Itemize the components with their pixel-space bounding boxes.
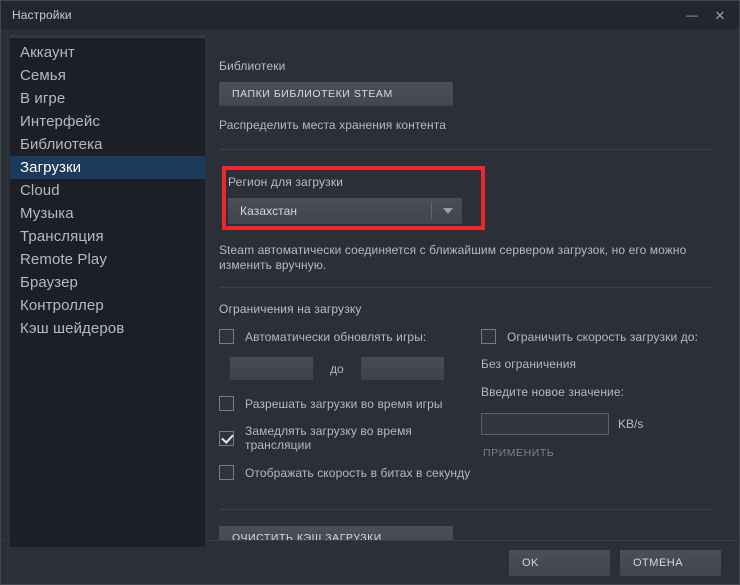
speed-unit-label: KB/s [618, 417, 644, 431]
limit-download-speed-checkbox[interactable] [481, 329, 496, 344]
auto-update-start-time-select[interactable] [230, 357, 313, 380]
libraries-hint: Распределить места хранения контента [219, 118, 447, 132]
sidebar-item-browser[interactable]: Браузер [10, 271, 205, 294]
settings-window: Настройки — ✕ Аккаунт Семья В игре Интер… [0, 0, 740, 585]
auto-update-games-checkbox[interactable] [219, 329, 234, 344]
auto-update-end-time-select[interactable] [360, 357, 444, 380]
allow-downloads-during-game-checkbox[interactable] [219, 396, 234, 411]
libraries-section-label: Библиотеки [219, 59, 286, 73]
sidebar: Аккаунт Семья В игре Интерфейс Библиотек… [1, 29, 205, 547]
download-cache-section: ОЧИСТИТЬ КЭШ ЗАГРУЗКИ Очистив кэш загруз… [219, 526, 713, 540]
clear-download-cache-button[interactable]: ОЧИСТИТЬ КЭШ ЗАГРУЗКИ [219, 526, 453, 540]
sidebar-item-remote-play[interactable]: Remote Play [10, 248, 205, 271]
window-body: Аккаунт Семья В игре Интерфейс Библиотек… [1, 29, 739, 547]
steam-library-folders-button[interactable]: ПАПКИ БИБЛИОТЕКИ STEAM [219, 82, 453, 106]
sidebar-item-in-game[interactable]: В игре [10, 87, 205, 110]
sidebar-item-broadcast[interactable]: Трансляция [10, 225, 205, 248]
display-bits-per-second-row[interactable]: Отображать скорость в битах в секунду [219, 465, 479, 480]
sidebar-item-interface[interactable]: Интерфейс [10, 110, 205, 133]
download-limits-section: Ограничения на загрузку Автоматически об… [219, 302, 713, 493]
divider-limits [219, 509, 713, 510]
allow-downloads-during-game-row[interactable]: Разрешать загрузки во время игры [219, 396, 479, 411]
limit-download-speed-row[interactable]: Ограничить скорость загрузки до: [481, 329, 713, 344]
download-region-note: Steam автоматически соединяется с ближай… [219, 243, 687, 272]
sidebar-item-library[interactable]: Библиотека [10, 133, 205, 156]
close-icon[interactable]: ✕ [707, 3, 733, 27]
sidebar-item-family[interactable]: Семья [10, 64, 205, 87]
apply-speed-limit-button[interactable]: ПРИМЕНИТЬ [481, 445, 554, 461]
chevron-down-icon [443, 208, 453, 214]
ok-button[interactable]: OK [509, 549, 610, 576]
allow-downloads-during-game-label: Разрешать загрузки во время игры [245, 396, 443, 411]
cancel-button[interactable]: ОТМЕНА [620, 549, 721, 576]
current-limit-state: Без ограничения [481, 357, 577, 371]
title-bar: Настройки — ✕ [1, 1, 739, 29]
throttle-during-broadcast-label: Замедлять загрузку во время трансляции [245, 424, 412, 452]
download-region-section: Регион для загрузки Казахстан Steam авто… [219, 166, 713, 273]
window-title: Настройки [12, 8, 72, 22]
new-value-label: Введите новое значение: [481, 385, 625, 399]
select-separator [431, 202, 432, 220]
limits-left-column: Автоматически обновлять игры: до Разреша… [219, 329, 479, 493]
display-bits-per-second-label: Отображать скорость в битах в секунду [245, 465, 471, 480]
sidebar-item-controller[interactable]: Контроллер [10, 294, 205, 317]
display-bits-per-second-checkbox[interactable] [219, 465, 234, 480]
time-range-separator: до [330, 361, 344, 376]
throttle-during-broadcast-row[interactable]: Замедлять загрузку во время трансляции [219, 424, 479, 452]
divider-libraries [219, 149, 713, 150]
sidebar-list[interactable]: Аккаунт Семья В игре Интерфейс Библиотек… [10, 35, 205, 547]
auto-update-time-range: до [230, 357, 479, 380]
auto-update-games-label: Автоматически обновлять игры: [245, 329, 427, 344]
sidebar-item-music[interactable]: Музыка [10, 202, 205, 225]
divider-region [219, 287, 713, 288]
limit-download-speed-label: Ограничить скорость загрузки до: [507, 329, 699, 344]
settings-content: Библиотеки ПАПКИ БИБЛИОТЕКИ STEAM Распре… [205, 29, 739, 540]
download-speed-input[interactable] [481, 413, 609, 435]
sidebar-item-account[interactable]: Аккаунт [10, 41, 205, 64]
minimize-icon[interactable]: — [679, 3, 705, 27]
limits-right-column: Ограничить скорость загрузки до: Без огр… [479, 329, 713, 493]
libraries-section: Библиотеки ПАПКИ БИБЛИОТЕКИ STEAM Распре… [219, 59, 713, 133]
throttle-during-broadcast-checkbox[interactable] [219, 430, 234, 446]
download-region-select[interactable]: Казахстан [228, 198, 462, 224]
download-region-label: Регион для загрузки [228, 175, 344, 189]
speed-value-row: KB/s [481, 413, 713, 435]
sidebar-item-cloud[interactable]: Cloud [10, 179, 205, 202]
download-region-value: Казахстан [240, 204, 298, 218]
window-controls: — ✕ [679, 1, 733, 29]
auto-update-games-row[interactable]: Автоматически обновлять игры: [219, 329, 479, 344]
sidebar-item-downloads[interactable]: Загрузки [10, 156, 205, 179]
sidebar-item-shader-cache[interactable]: Кэш шейдеров [10, 317, 205, 340]
download-limits-label: Ограничения на загрузку [219, 302, 362, 316]
